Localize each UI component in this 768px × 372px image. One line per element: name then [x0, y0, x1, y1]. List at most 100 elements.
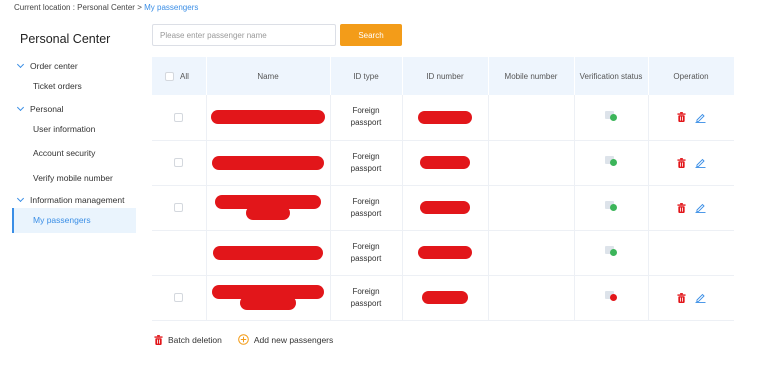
chevron-down-icon	[16, 103, 25, 111]
row-checkbox[interactable]	[174, 202, 184, 212]
redacted-name	[213, 245, 323, 260]
trash-icon[interactable]	[677, 202, 686, 213]
redacted-id-number	[418, 110, 472, 124]
breadcrumb-current: My passengers	[144, 3, 199, 12]
id-number-cell	[402, 185, 489, 231]
edit-icon[interactable]	[695, 202, 706, 213]
table-row: Foreign passport	[152, 275, 734, 321]
batch-delete-label: Batch deletion	[168, 334, 222, 345]
id-type-cell: Foreign passport	[330, 95, 403, 141]
select-all-label: All	[180, 71, 189, 81]
plus-circle-icon	[238, 334, 249, 345]
verification-status-cell	[574, 95, 649, 141]
sidebar-group-label: Personal	[30, 103, 64, 114]
row-select-cell	[152, 275, 207, 321]
breadcrumb-separator: >	[137, 3, 142, 12]
chevron-down-icon	[16, 60, 25, 69]
row-select-cell	[152, 230, 207, 276]
batch-delete-button[interactable]: Batch deletion	[154, 335, 222, 345]
table-footer-actions: Batch deletion Add new passengers	[154, 334, 349, 345]
passenger-table: All Name ID type ID number Mobile number…	[152, 57, 735, 321]
mobile-number-cell	[488, 140, 575, 186]
table-row: Foreign passport	[152, 230, 734, 276]
add-new-passengers-label: Add new passengers	[253, 334, 334, 345]
trash-icon[interactable]	[677, 112, 686, 123]
sidebar-group-information-management: Information management My passengers	[12, 192, 136, 233]
chevron-down-icon	[16, 194, 25, 203]
id-number-cell	[402, 230, 489, 276]
row-checkbox[interactable]	[174, 157, 184, 167]
redacted-id-number	[420, 201, 470, 214]
column-header-verification-status: Verification status	[574, 57, 649, 95]
sidebar-group-personal: Personal User information Account securi…	[12, 101, 136, 191]
sidebar-group-header-personal[interactable]: Personal	[12, 101, 136, 117]
unverified-id-card-icon	[605, 290, 617, 301]
operation-cell	[648, 185, 734, 231]
redacted-name	[211, 110, 325, 125]
trash-icon[interactable]	[677, 157, 686, 168]
sidebar-item-my-passengers[interactable]: My passengers	[12, 208, 136, 233]
column-header-mobile-number: Mobile number	[488, 57, 575, 95]
sidebar-group-header-information-management[interactable]: Information management	[12, 192, 136, 208]
select-all-checkbox[interactable]	[165, 71, 174, 81]
id-number-cell	[402, 275, 489, 321]
breadcrumb: Current location : Personal Center > My …	[14, 3, 198, 12]
column-header-id-type: ID type	[330, 57, 403, 95]
sidebar-item-verify-mobile-number[interactable]: Verify mobile number	[12, 166, 136, 191]
search-button[interactable]: Search	[340, 24, 402, 46]
id-type-cell: Foreign passport	[330, 275, 403, 321]
sidebar-group-label: Order center	[30, 61, 78, 71]
name-cell	[206, 275, 331, 321]
sidebar-item-account-security[interactable]: Account security	[12, 141, 136, 166]
id-type-cell: Foreign passport	[330, 185, 403, 231]
verification-status-cell	[574, 230, 649, 276]
breadcrumb-prefix: Current location :	[14, 3, 75, 12]
id-type-cell: Foreign passport	[330, 140, 403, 186]
row-select-cell	[152, 140, 207, 186]
column-header-id-number: ID number	[402, 57, 489, 95]
id-type-cell: Foreign passport	[330, 230, 403, 276]
trash-icon[interactable]	[677, 292, 686, 303]
name-cell	[206, 140, 331, 186]
row-checkbox[interactable]	[174, 112, 184, 122]
table-row: Foreign passport	[152, 95, 734, 141]
edit-icon[interactable]	[695, 157, 706, 168]
sidebar-group-header-order-center[interactable]: Order center	[12, 58, 136, 74]
edit-icon[interactable]	[695, 292, 706, 303]
id-number-cell	[402, 140, 489, 186]
sidebar-item-ticket-orders[interactable]: Ticket orders	[12, 74, 136, 99]
operation-cell	[648, 275, 734, 321]
name-cell	[206, 230, 331, 276]
operation-cell	[648, 230, 734, 276]
redacted-name	[246, 206, 290, 220]
row-select-cell	[152, 95, 207, 141]
name-cell	[206, 95, 331, 141]
breadcrumb-root[interactable]: Personal Center	[77, 3, 135, 12]
table-row: Foreign passport	[152, 140, 734, 186]
mobile-number-cell	[488, 275, 575, 321]
search-input[interactable]	[152, 24, 336, 46]
redacted-name	[212, 155, 324, 170]
redacted-id-number	[418, 246, 472, 259]
column-header-operation: Operation	[648, 57, 735, 95]
row-select-cell	[152, 185, 207, 231]
trash-icon	[154, 334, 163, 345]
table-row: Foreign passport	[152, 185, 734, 231]
operation-cell	[648, 95, 734, 141]
verified-id-card-icon	[605, 110, 617, 121]
sidebar-group-order-center: Order center Ticket orders	[12, 58, 136, 99]
mobile-number-cell	[488, 230, 575, 276]
mobile-number-cell	[488, 95, 575, 141]
sidebar-item-user-information[interactable]: User information	[12, 117, 136, 142]
column-header-name: Name	[206, 57, 331, 95]
verification-status-cell	[574, 140, 649, 186]
edit-icon[interactable]	[695, 112, 706, 123]
verified-id-card-icon	[605, 200, 617, 211]
row-checkbox[interactable]	[174, 292, 184, 302]
redacted-id-number	[420, 156, 470, 169]
add-new-passengers-button[interactable]: Add new passengers	[238, 334, 333, 345]
table-header-row: All Name ID type ID number Mobile number…	[152, 57, 735, 95]
id-number-cell	[402, 95, 489, 141]
verification-status-cell	[574, 185, 649, 231]
operation-cell	[648, 140, 734, 186]
